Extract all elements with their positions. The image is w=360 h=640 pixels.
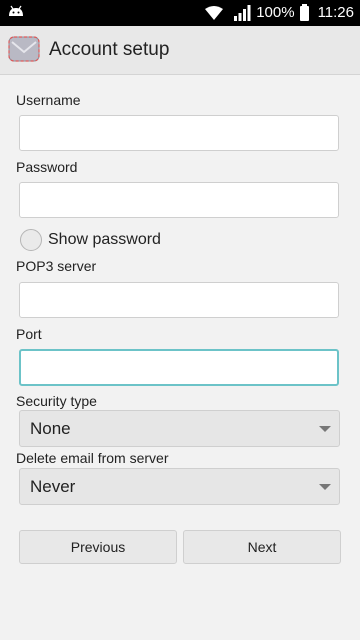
status-icons: 100% 11:26 — [204, 0, 354, 26]
dropdown-arrow-icon — [319, 484, 331, 490]
delete-email-label: Delete email from server — [16, 450, 169, 466]
delete-email-select[interactable]: Never — [19, 468, 340, 505]
show-password-label: Show password — [48, 231, 161, 248]
battery-percent: 100% — [256, 4, 295, 21]
page-title: Account setup — [49, 39, 170, 60]
security-type-label: Security type — [16, 393, 97, 409]
pop3-server-field[interactable] — [19, 282, 339, 318]
show-password-radio[interactable] — [20, 229, 42, 251]
username-label: Username — [16, 92, 81, 108]
security-type-select[interactable]: None — [19, 410, 340, 447]
next-button[interactable]: Next — [183, 530, 341, 564]
battery-icon — [299, 3, 309, 21]
android-icon — [9, 5, 23, 16]
delete-email-value: Never — [30, 477, 76, 496]
show-password-toggle[interactable]: Show password — [20, 228, 161, 252]
username-field[interactable] — [19, 115, 339, 151]
pop3-server-label: POP3 server — [16, 258, 97, 274]
dropdown-arrow-icon — [319, 426, 331, 432]
status-bar: 100% 11:26 — [0, 0, 360, 26]
clock: 11:26 — [317, 4, 354, 21]
port-label: Port — [16, 326, 42, 342]
email-app-icon — [8, 36, 40, 62]
app-bar: Account setup — [0, 26, 360, 75]
previous-button[interactable]: Previous — [19, 530, 177, 564]
signal-icon — [234, 5, 251, 21]
password-label: Password — [16, 159, 78, 175]
security-type-value: None — [30, 419, 71, 438]
port-field[interactable] — [19, 349, 339, 386]
wifi-icon — [205, 6, 224, 20]
password-field[interactable] — [19, 182, 339, 218]
